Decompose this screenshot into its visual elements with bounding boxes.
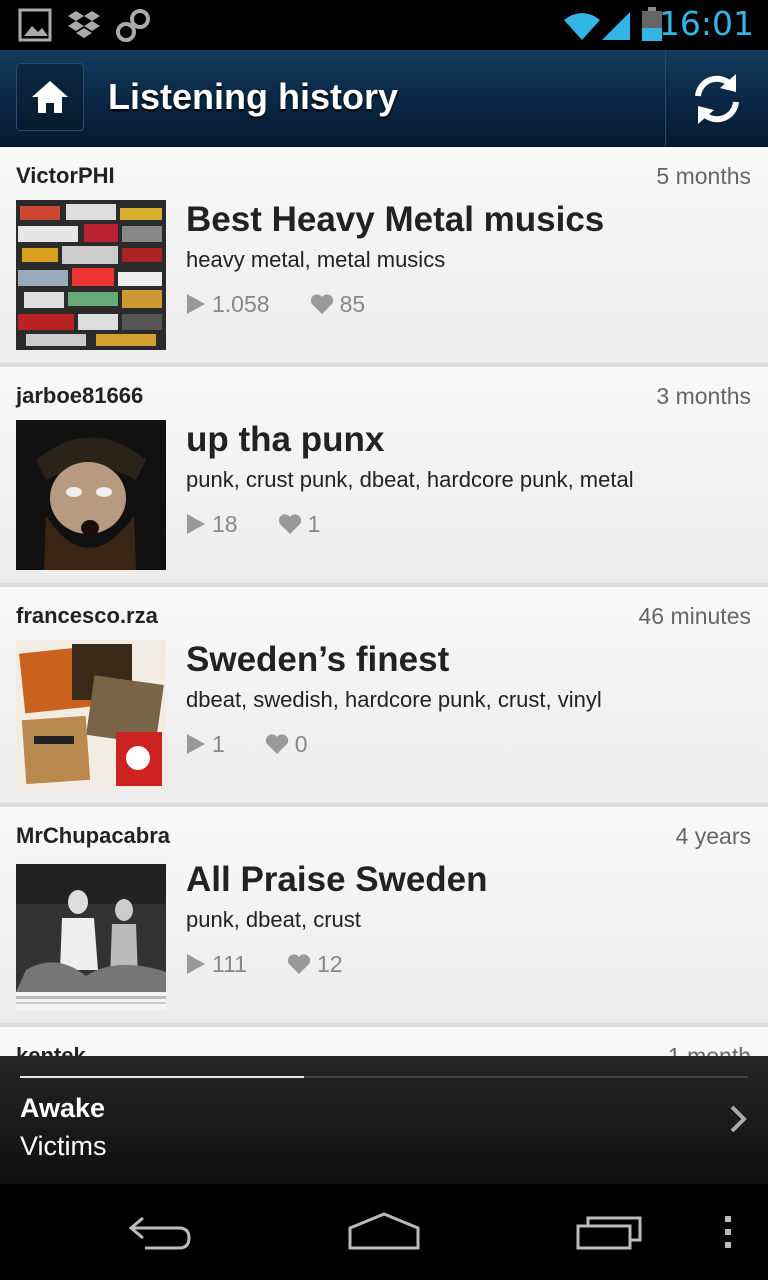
status-bar: 16:01: [0, 0, 768, 50]
likes-count: 1: [307, 510, 321, 537]
system-nav-bar: [0, 1184, 768, 1280]
heart-icon: [287, 954, 311, 974]
back-icon: [128, 1216, 191, 1250]
list-item[interactable]: MrChupacabra 4 years All Praise Sweden p…: [0, 807, 768, 1023]
playlist-stats: 1.058 85: [186, 290, 405, 318]
plays-count: 111: [212, 950, 247, 977]
home-outline-icon: [348, 1212, 420, 1250]
plays-count: 18: [212, 510, 238, 537]
recent-apps-icon: [576, 1216, 642, 1250]
timestamp: 5 months: [656, 163, 751, 189]
plays-stat: 111: [186, 951, 247, 978]
plays-stat: 1: [186, 731, 225, 758]
likes-stat: 85: [310, 290, 366, 318]
history-list[interactable]: VictorPHI 5 months Best Heavy Metal musi…: [0, 147, 768, 1056]
list-item[interactable]: kentek 1 month: [0, 1027, 768, 1056]
likes-count: 85: [339, 290, 366, 317]
action-bar: Listening history: [0, 50, 768, 147]
username[interactable]: francesco.rza: [16, 603, 158, 629]
home-nav-button[interactable]: [334, 1184, 434, 1280]
play-icon: [187, 514, 205, 534]
likes-stat: 0: [265, 731, 308, 758]
playlist-thumbnail[interactable]: [16, 200, 166, 350]
list-item[interactable]: jarboe81666 3 months up tha punx punk, c…: [0, 367, 768, 583]
username[interactable]: kentek: [16, 1043, 86, 1056]
home-button[interactable]: [16, 63, 84, 131]
home-icon: [32, 81, 68, 113]
playlist-stats: 111 12: [186, 950, 383, 978]
dropbox-icon: [68, 11, 100, 38]
list-item[interactable]: francesco.rza 46 minutes Sweden’s finest…: [0, 587, 768, 803]
likes-stat: 1: [278, 510, 321, 538]
playlist-tags: punk, dbeat, crust: [186, 907, 361, 932]
playlist-title[interactable]: All Praise Sweden: [186, 860, 488, 900]
likes-count: 0: [294, 730, 308, 757]
playlist-thumbnail[interactable]: [16, 860, 166, 1010]
timestamp: 4 years: [675, 823, 751, 849]
plays-count: 1: [212, 730, 225, 757]
refresh-icon: [695, 74, 739, 124]
recent-apps-button[interactable]: [560, 1184, 660, 1280]
username[interactable]: MrChupacabra: [16, 823, 170, 849]
plays-stat: 1.058: [186, 291, 270, 318]
playlist-title[interactable]: Best Heavy Metal musics: [186, 200, 604, 240]
playlist-thumbnail[interactable]: [16, 420, 166, 570]
clock: 16:01: [658, 4, 754, 43]
playlist-stats: 1 0: [186, 730, 348, 758]
playback-progress: [20, 1076, 748, 1078]
menu-button[interactable]: [708, 1184, 748, 1280]
wifi-icon: [564, 13, 600, 40]
playback-progress-fill: [20, 1076, 304, 1078]
chevron-right-icon[interactable]: [728, 1104, 748, 1134]
heart-icon: [278, 514, 301, 534]
heart-icon: [265, 734, 288, 754]
list-item[interactable]: VictorPHI 5 months Best Heavy Metal musi…: [0, 147, 768, 363]
now-playing-artist: Victims: [20, 1131, 107, 1161]
plays-stat: 18: [186, 511, 238, 538]
timestamp: 1 month: [667, 1043, 751, 1056]
refresh-button[interactable]: [665, 50, 768, 146]
playlist-thumbnail[interactable]: [16, 640, 166, 790]
play-icon: [187, 294, 205, 314]
timestamp: 46 minutes: [638, 603, 751, 629]
play-icon: [187, 954, 205, 974]
username[interactable]: VictorPHI: [16, 163, 115, 189]
page-title: Listening history: [108, 76, 399, 117]
heart-icon: [310, 294, 333, 314]
play-icon: [187, 734, 205, 754]
plays-count: 1.058: [212, 290, 270, 317]
playlist-tags: dbeat, swedish, hardcore punk, crust, vi…: [186, 687, 602, 712]
timestamp: 3 months: [656, 383, 751, 409]
username[interactable]: jarboe81666: [16, 383, 143, 409]
playlist-tags: heavy metal, metal musics: [186, 247, 446, 272]
now-playing-title: Awake: [20, 1093, 106, 1123]
signal-icon: [602, 12, 630, 40]
playlist-stats: 18 1: [186, 510, 360, 538]
now-playing-bar[interactable]: Awake Victims: [0, 1056, 768, 1184]
image-icon: [18, 8, 52, 42]
playlist-tags: punk, crust punk, dbeat, hardcore punk, …: [186, 467, 634, 492]
infinity-icon: [116, 9, 150, 42]
menu-icon: [725, 1216, 731, 1248]
likes-stat: 12: [287, 951, 343, 978]
playlist-title[interactable]: Sweden’s finest: [186, 640, 449, 680]
playlist-title[interactable]: up tha punx: [186, 420, 384, 460]
back-button[interactable]: [110, 1184, 210, 1280]
likes-count: 12: [316, 950, 343, 977]
